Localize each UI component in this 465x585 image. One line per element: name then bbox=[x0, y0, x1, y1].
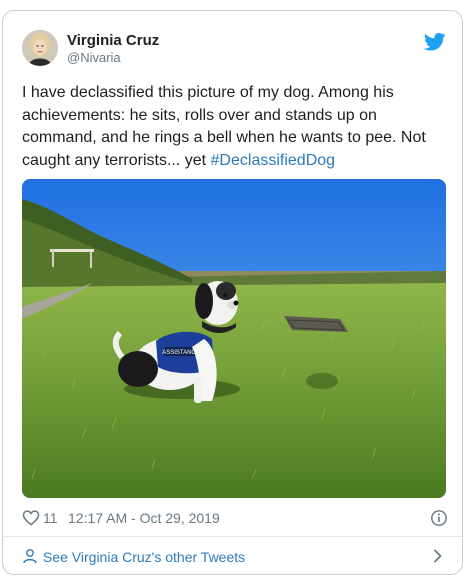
info-icon[interactable] bbox=[430, 509, 448, 527]
author-handle[interactable]: @Nivaria bbox=[67, 50, 121, 65]
hashtag-link[interactable]: #DeclassifiedDog bbox=[211, 152, 336, 169]
like-count[interactable]: 11 bbox=[43, 510, 58, 526]
tweet-text: I have declassified this picture of my d… bbox=[22, 82, 442, 172]
tweet-meta: 11 12:17 AM - Oct 29, 2019 bbox=[22, 509, 448, 527]
tweet-photo[interactable]: ASSISTANCE bbox=[22, 179, 446, 498]
tweet-timestamp[interactable]: 12:17 AM - Oct 29, 2019 bbox=[68, 510, 220, 526]
author-name[interactable]: Virginia Cruz bbox=[67, 32, 159, 49]
chevron-right-icon[interactable] bbox=[433, 549, 443, 563]
twitter-bird-icon[interactable] bbox=[424, 32, 446, 52]
other-tweets-link[interactable]: See Virginia Cruz's other Tweets bbox=[3, 537, 462, 574]
heart-icon[interactable] bbox=[22, 509, 40, 526]
person-icon bbox=[23, 549, 37, 564]
tweet-card: Virginia Cruz @Nivaria I have declassifi… bbox=[2, 10, 463, 575]
avatar[interactable] bbox=[22, 30, 58, 66]
other-tweets-label[interactable]: See Virginia Cruz's other Tweets bbox=[43, 549, 245, 565]
